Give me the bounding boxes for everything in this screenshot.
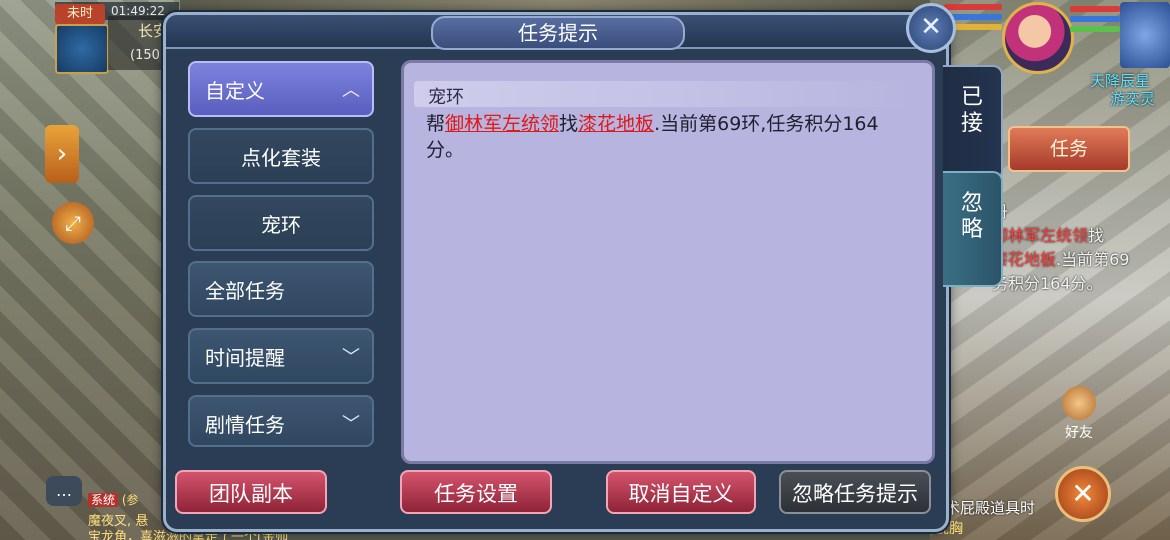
menu-item-label: 自定义	[205, 79, 265, 103]
map-avatar[interactable]	[55, 24, 109, 74]
dialog-title-bar: 任务提示	[166, 15, 946, 50]
fullscreen-expand-icon[interactable]: ⤢	[52, 202, 94, 244]
hud-close-icon[interactable]: ✕	[1055, 466, 1111, 522]
task-tracker-button[interactable]: 任务	[1008, 126, 1130, 172]
menu-item-all-tasks[interactable]: 全部任务	[188, 261, 374, 317]
tab-accepted[interactable]: 已 接	[943, 65, 1003, 181]
scene-left	[0, 0, 180, 540]
menu-item-custom[interactable]: 自定义 ︿	[188, 61, 374, 117]
menu-item-label: 全部任务	[205, 279, 285, 303]
item-link[interactable]: 漆花地板	[578, 113, 654, 135]
pet-status-bars	[1070, 6, 1120, 36]
coordinate-readout: (150	[130, 48, 160, 63]
menu-item-label: 点化套装	[241, 146, 321, 170]
task-tracker-text[interactable]: 丹 御林军左统领找 漆花地板.当前第69 务积分164分。	[992, 200, 1170, 296]
menu-item-pet-ring[interactable]: 宠环	[188, 195, 374, 251]
npc-name-label: 术屁殿道具时	[945, 499, 1036, 517]
menu-item-label: 宠环	[261, 213, 301, 237]
expand-left-arrow-icon[interactable]: ›	[45, 125, 79, 183]
dialog-title: 任务提示	[431, 16, 685, 50]
npc-name-label: 游奕灵	[1110, 90, 1156, 108]
menu-item-time-reminder[interactable]: 时间提醒 ﹀	[188, 328, 374, 384]
shichen-badge: 未时	[55, 4, 105, 24]
cancel-custom-button[interactable]: 取消自定义	[606, 470, 756, 514]
chevron-down-icon: ﹀	[342, 414, 360, 435]
chat-line: 系统 (参	[88, 491, 139, 508]
chevron-up-icon: ︿	[342, 80, 360, 101]
ignore-task-tips-button[interactable]: 忽略任务提示	[779, 470, 931, 514]
task-description: 帮御林军左统领找漆花地板.当前第69环,任务积分164分。	[426, 113, 879, 161]
menu-item-label: 剧情任务	[205, 413, 285, 437]
chat-bubble-icon[interactable]: …	[46, 476, 82, 506]
friends-button[interactable]: 好友	[1050, 386, 1108, 444]
task-content-panel: 宠环 帮御林军左统领找漆花地板.当前第69环,任务积分164分。	[401, 60, 935, 464]
chat-channel-tag: 系统	[88, 493, 119, 507]
task-tips-dialog: 任务提示 ✕ 已 接 忽 略 自定义 ︿ 点化套装 宠环 全部任务 时间提醒 ﹀…	[163, 3, 1003, 532]
pet-portrait[interactable]	[1120, 2, 1170, 68]
npc-link[interactable]: 御林军左统领	[445, 113, 559, 135]
menu-item-story-tasks[interactable]: 剧情任务 ﹀	[188, 395, 374, 447]
menu-item-label: 时间提醒	[205, 346, 285, 370]
menu-item-dianhua-set[interactable]: 点化套装	[188, 128, 374, 184]
task-heading: 宠环	[428, 87, 464, 108]
friends-icon	[1062, 386, 1096, 420]
task-settings-button[interactable]: 任务设置	[400, 470, 552, 514]
chevron-down-icon: ﹀	[342, 347, 360, 368]
team-dungeon-button[interactable]: 团队副本	[175, 470, 327, 514]
close-icon[interactable]: ✕	[906, 3, 956, 53]
task-heading-bar: 宠环	[414, 81, 914, 108]
player-portrait[interactable]	[1002, 2, 1074, 74]
tab-ignored[interactable]: 忽 略	[943, 171, 1003, 287]
